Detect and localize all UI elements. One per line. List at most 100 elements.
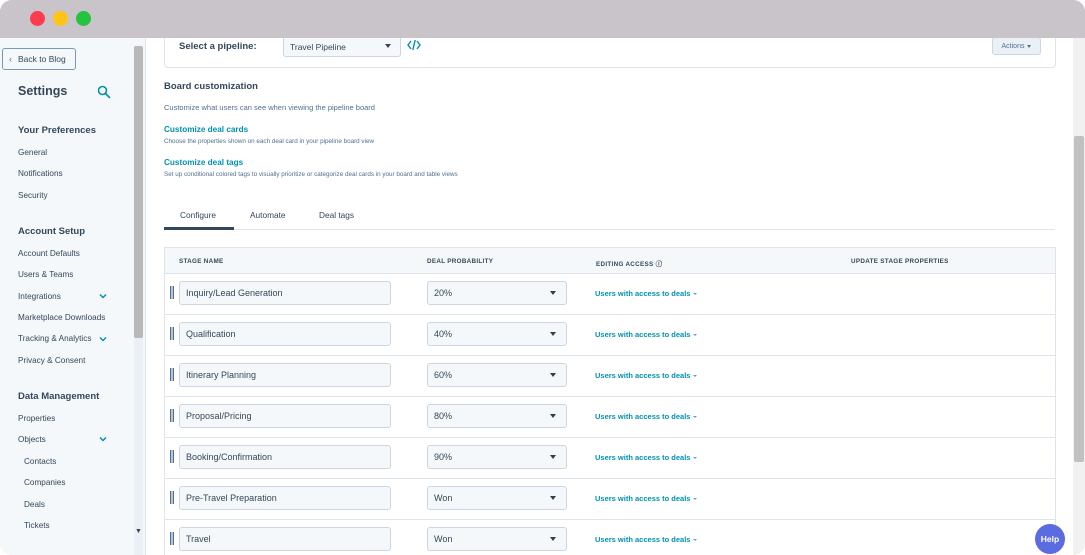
sidebar-item-companies[interactable]: Companies — [24, 478, 65, 487]
active-tab-indicator — [164, 227, 234, 230]
editing-access-dropdown[interactable]: Users with access to deals — [595, 535, 698, 544]
editing-access-dropdown[interactable]: Users with access to deals — [595, 289, 698, 298]
search-icon[interactable] — [97, 85, 111, 99]
deal-probability-select[interactable]: Won — [427, 527, 567, 551]
tab-automate[interactable]: Automate — [250, 210, 286, 220]
deal-probability-select[interactable]: 40% — [427, 322, 567, 346]
caret-down-icon — [550, 373, 556, 377]
info-icon[interactable]: ⓘ — [656, 261, 663, 268]
editing-access-value: Users with access to deals — [595, 371, 691, 380]
drag-handle-icon[interactable] — [170, 450, 174, 463]
chevron-down-icon[interactable] — [98, 334, 108, 344]
sidebar-item-contacts[interactable]: Contacts — [24, 457, 56, 466]
sidebar-item-tickets[interactable]: Tickets — [24, 521, 50, 530]
board-customization-title: Board customization — [164, 81, 258, 92]
deal-probability-value: 90% — [434, 452, 453, 462]
stage-name-input[interactable]: Qualification — [179, 322, 391, 346]
sidebar-item-marketplace-downloads[interactable]: Marketplace Downloads — [18, 313, 105, 322]
sidebar-item-privacy-consent[interactable]: Privacy & Consent — [18, 356, 85, 365]
drag-handle-icon[interactable] — [170, 286, 174, 299]
editing-access-value: Users with access to deals — [595, 535, 691, 544]
sidebar-item-properties[interactable]: Properties — [18, 414, 55, 423]
customize-deal-tags-description: Set up conditional colored tags to visua… — [164, 171, 458, 178]
editing-access-dropdown[interactable]: Users with access to deals — [595, 494, 698, 503]
deal-probability-select[interactable]: 90% — [427, 445, 567, 469]
back-button-label: Back to Blog — [18, 54, 66, 64]
column-header-stage-name: STAGE NAME — [179, 258, 224, 265]
table-row: Qualification 40% Users with access to dea… — [165, 315, 1055, 356]
main-scrollbar-thumb[interactable] — [1074, 136, 1084, 462]
editing-access-dropdown[interactable]: Users with access to deals — [595, 412, 698, 421]
stage-name-input[interactable]: Itinerary Planning — [179, 363, 391, 387]
stage-name-input[interactable]: Proposal/Pricing — [179, 404, 391, 428]
deal-probability-value: 20% — [434, 288, 453, 298]
scroll-down-arrow-icon[interactable]: ▼ — [135, 528, 142, 535]
editing-access-value: Users with access to deals — [595, 453, 691, 462]
caret-down-icon — [693, 293, 698, 295]
editing-access-dropdown[interactable]: Users with access to deals — [595, 453, 698, 462]
minimize-window-icon[interactable] — [53, 11, 68, 26]
stage-name-value: Inquiry/Lead Generation — [186, 288, 283, 298]
customize-deal-tags-link[interactable]: Customize deal tags — [164, 158, 243, 167]
chevron-down-icon[interactable] — [98, 434, 108, 444]
customize-deal-cards-link[interactable]: Customize deal cards — [164, 125, 248, 134]
drag-handle-icon[interactable] — [170, 327, 174, 340]
drag-handle-icon[interactable] — [170, 409, 174, 422]
deal-probability-value: 80% — [434, 411, 453, 421]
deal-probability-value: 40% — [434, 329, 453, 339]
caret-down-icon — [693, 334, 698, 336]
caret-down-icon — [693, 498, 698, 500]
tab-configure[interactable]: Configure — [180, 210, 216, 220]
table-row: Itinerary Planning 60% Users with access t… — [165, 356, 1055, 397]
caret-down-icon — [550, 455, 556, 459]
stage-name-input[interactable]: Pre-Travel Preparation — [179, 486, 391, 510]
stage-name-input[interactable]: Travel — [179, 527, 391, 551]
app-window: ‹ Back to Blog Settings Your Preferences… — [0, 38, 1085, 555]
deal-probability-select[interactable]: Won — [427, 486, 567, 510]
stage-name-value: Qualification — [186, 329, 236, 339]
section-account-setup: Account Setup — [18, 226, 86, 237]
chevron-down-icon[interactable] — [98, 291, 108, 301]
sidebar-scrollbar[interactable]: ▼ — [134, 46, 143, 555]
sidebar-item-notifications[interactable]: Notifications — [18, 169, 63, 178]
stage-name-input[interactable]: Inquiry/Lead Generation — [179, 281, 391, 305]
stage-name-value: Proposal/Pricing — [186, 411, 252, 421]
deal-probability-select[interactable]: 80% — [427, 404, 567, 428]
pipeline-select[interactable]: Travel Pipeline — [283, 38, 401, 57]
customize-deal-cards-description: Choose the properties shown on each deal… — [164, 138, 375, 145]
sidebar-item-users-teams[interactable]: Users & Teams — [18, 270, 73, 279]
editing-access-dropdown[interactable]: Users with access to deals — [595, 330, 698, 339]
sidebar-item-integrations[interactable]: Integrations — [18, 292, 61, 301]
main-scrollbar[interactable] — [1073, 38, 1085, 555]
drag-handle-icon[interactable] — [170, 491, 174, 504]
caret-down-icon — [550, 291, 556, 295]
caret-down-icon — [693, 539, 698, 541]
section-data-management: Data Management — [18, 391, 100, 402]
editing-access-dropdown[interactable]: Users with access to deals — [595, 371, 698, 380]
caret-down-icon — [693, 375, 698, 377]
actions-button[interactable]: Actions — [992, 38, 1041, 55]
deal-probability-select[interactable]: 60% — [427, 363, 567, 387]
sidebar-item-objects[interactable]: Objects — [18, 435, 46, 444]
stage-name-input[interactable]: Booking/Confirmation — [179, 445, 391, 469]
sidebar-item-account-defaults[interactable]: Account Defaults — [18, 249, 80, 258]
caret-down-icon — [550, 496, 556, 500]
maximize-window-icon[interactable] — [76, 11, 91, 26]
table-row: Travel Won Users with access to deals — [165, 520, 1055, 555]
help-button[interactable]: Help — [1035, 524, 1065, 554]
board-customization-description: Customize what users can see when viewin… — [164, 103, 375, 112]
back-to-blog-button[interactable]: ‹ Back to Blog — [2, 48, 76, 70]
sidebar-item-security[interactable]: Security — [18, 191, 48, 200]
sidebar-item-deals[interactable]: Deals — [24, 500, 45, 509]
drag-handle-icon[interactable] — [170, 368, 174, 381]
deal-probability-select[interactable]: 20% — [427, 281, 567, 305]
sidebar-item-general[interactable]: General — [18, 148, 47, 157]
close-window-icon[interactable] — [30, 11, 45, 26]
tab-deal-tags[interactable]: Deal tags — [319, 210, 354, 220]
embed-code-icon[interactable] — [407, 39, 421, 51]
actions-label: Actions — [1001, 42, 1025, 50]
drag-handle-icon[interactable] — [170, 532, 174, 545]
sidebar-item-tracking-analytics[interactable]: Tracking & Analytics — [18, 334, 91, 343]
sidebar-scrollbar-thumb[interactable] — [134, 46, 143, 338]
deal-probability-value: 60% — [434, 370, 453, 380]
